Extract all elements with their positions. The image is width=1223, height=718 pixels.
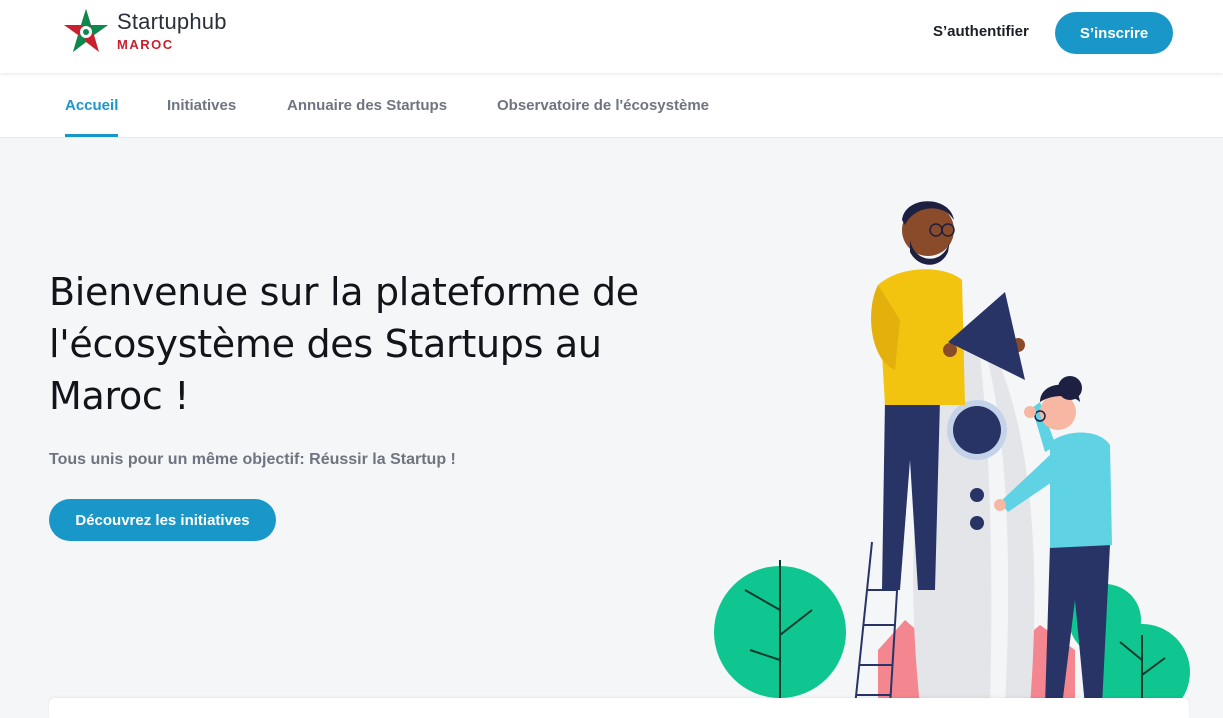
- nav-item-observatoire[interactable]: Observatoire de l'écosystème: [497, 97, 709, 137]
- top-header: Startuphub MAROC S’authentifier S’inscri…: [0, 0, 1223, 73]
- nav-item-annuaire-startups[interactable]: Annuaire des Startups: [287, 97, 447, 137]
- discover-initiatives-button[interactable]: Découvrez les initiatives: [49, 499, 276, 541]
- content-card: [49, 698, 1189, 718]
- brand-logo[interactable]: Startuphub MAROC: [63, 8, 227, 56]
- hero-title-line: Bienvenue sur la plateforme de: [49, 270, 639, 314]
- hero-title: Bienvenue sur la plateforme de l'écosyst…: [49, 266, 649, 422]
- hero-subtitle: Tous unis pour un même objectif: Réussir…: [49, 451, 456, 468]
- brand-country: MAROC: [117, 37, 174, 52]
- signup-button[interactable]: S’inscrire: [1055, 12, 1173, 54]
- hero-title-line: l'écosystème des Startups au: [49, 322, 602, 366]
- login-link[interactable]: S’authentifier: [933, 22, 1029, 42]
- nav-item-accueil[interactable]: Accueil: [65, 97, 119, 137]
- nav-item-initiatives[interactable]: Initiatives: [167, 97, 236, 137]
- main-navigation: Accueil Initiatives Annuaire des Startup…: [0, 73, 1223, 138]
- brand-name: Startuphub: [117, 9, 227, 34]
- logo-star-icon: [64, 9, 108, 52]
- rocket-team-illustration: [714, 201, 1190, 706]
- hero-title-line: Maroc !: [49, 374, 190, 418]
